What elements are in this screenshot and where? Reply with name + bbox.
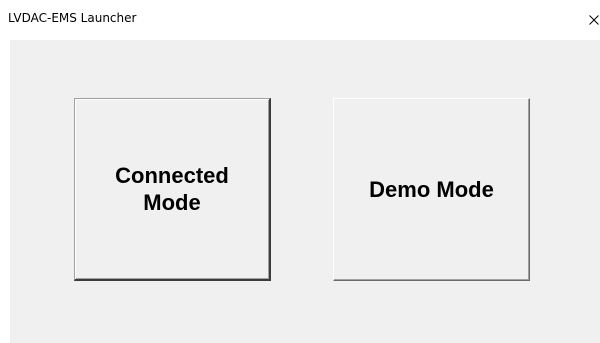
demo-mode-button[interactable]: Demo Mode [333, 98, 530, 281]
close-icon [589, 15, 599, 25]
client-area: Connected Mode Demo Mode [10, 40, 600, 343]
launcher-window: LVDAC-EMS Launcher Connected Mode Demo M… [0, 0, 600, 343]
close-button[interactable] [584, 0, 600, 40]
demo-mode-label: Demo Mode [369, 177, 494, 202]
title-bar: LVDAC-EMS Launcher [0, 0, 600, 40]
connected-mode-label: Connected Mode [115, 163, 229, 215]
connected-mode-button[interactable]: Connected Mode [74, 98, 271, 281]
window-title: LVDAC-EMS Launcher [8, 11, 137, 25]
